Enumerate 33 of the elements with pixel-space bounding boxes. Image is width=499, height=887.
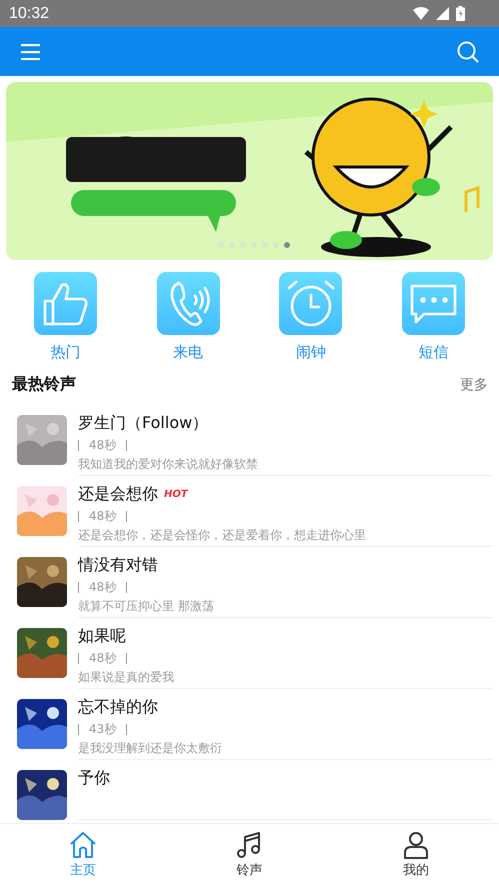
signal-icon: [436, 7, 449, 20]
song-title[interactable]: 忘不掉的你: [78, 696, 158, 718]
search-icon[interactable]: [457, 40, 479, 62]
song-lyric: 就算不可压抑心里 那激荡: [78, 598, 215, 615]
phone-icon[interactable]: [156, 272, 220, 335]
clock: 10:32: [9, 4, 50, 22]
song-duration: 48秒: [88, 508, 118, 524]
song-duration: 48秒: [88, 436, 118, 454]
song-lyric: 是我没理解到还是你太敷衍: [78, 740, 223, 757]
song-lyric: 如果说是真的爱我: [78, 669, 175, 686]
song-title[interactable]: 罗生门（Follow）: [78, 412, 208, 434]
section-title: 最热铃声: [12, 374, 76, 395]
more-link[interactable]: 更多: [460, 376, 488, 394]
wifi-icon: [413, 7, 429, 20]
hot-label: HOT: [164, 488, 188, 500]
chat-bubble-icon[interactable]: [402, 272, 466, 335]
song-duration: 48秒: [88, 650, 118, 666]
home-icon: [69, 831, 98, 859]
song-lyric: 还是会想你，还是会怪你，还是爱着你，想走进你心里: [78, 527, 367, 544]
tab[interactable]: 铃声: [209, 824, 290, 887]
menu-icon[interactable]: [21, 44, 40, 60]
song-title[interactable]: 如果呢: [78, 626, 126, 646]
tab[interactable]: 我的: [376, 824, 456, 887]
song-duration: 43秒: [88, 720, 118, 738]
song-title[interactable]: 情没有对错: [78, 554, 158, 576]
thumbs-up-icon[interactable]: [34, 272, 97, 335]
song-lyric: 我知道我的爱对你来说就好像软禁: [78, 456, 259, 473]
person-icon: [402, 831, 430, 859]
battery-icon: [456, 6, 465, 21]
song-title[interactable]: 还是会想你: [78, 484, 158, 504]
song-title[interactable]: 予你: [78, 768, 110, 788]
song-duration: 48秒: [88, 578, 118, 596]
alarm-clock-icon[interactable]: [279, 272, 342, 335]
